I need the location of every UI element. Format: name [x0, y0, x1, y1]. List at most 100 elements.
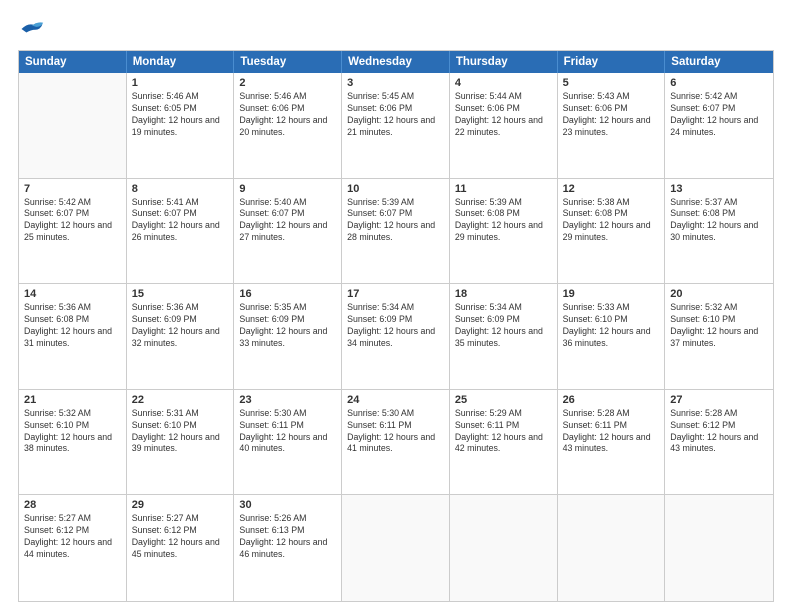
cell-info: Sunrise: 5:30 AMSunset: 6:11 PMDaylight:…: [239, 408, 336, 456]
cell-day-number: 28: [24, 499, 121, 511]
cell-day-number: 29: [132, 499, 229, 511]
header-day-monday: Monday: [127, 51, 235, 73]
calendar-cell: 20 Sunrise: 5:32 AMSunset: 6:10 PMDayligh…: [665, 284, 773, 389]
cell-day-number: 8: [132, 183, 229, 195]
cell-info: Sunrise: 5:40 AMSunset: 6:07 PMDaylight:…: [239, 197, 336, 245]
calendar-cell: 9 Sunrise: 5:40 AMSunset: 6:07 PMDaylight…: [234, 179, 342, 284]
cell-info: Sunrise: 5:33 AMSunset: 6:10 PMDaylight:…: [563, 302, 660, 350]
cell-info: Sunrise: 5:34 AMSunset: 6:09 PMDaylight:…: [455, 302, 552, 350]
cell-day-number: 19: [563, 288, 660, 300]
calendar-cell: 25 Sunrise: 5:29 AMSunset: 6:11 PMDayligh…: [450, 390, 558, 495]
calendar-cell: [342, 495, 450, 601]
cell-day-number: 1: [132, 77, 229, 89]
cell-info: Sunrise: 5:32 AMSunset: 6:10 PMDaylight:…: [24, 408, 121, 456]
calendar-cell: 5Sunrise: 5:43 AMSunset: 6:06 PMDaylight…: [558, 73, 666, 178]
calendar-cell: 29 Sunrise: 5:27 AMSunset: 6:12 PMDayligh…: [127, 495, 235, 601]
cell-info: Sunrise: 5:46 AMSunset: 6:05 PMDaylight:…: [132, 91, 229, 139]
cell-day-number: 9: [239, 183, 336, 195]
calendar-header: SundayMondayTuesdayWednesdayThursdayFrid…: [19, 51, 773, 73]
cell-info: Sunrise: 5:45 AMSunset: 6:06 PMDaylight:…: [347, 91, 444, 139]
cell-day-number: 3: [347, 77, 444, 89]
cell-day-number: 21: [24, 394, 121, 406]
cell-day-number: 4: [455, 77, 552, 89]
calendar-cell: 18 Sunrise: 5:34 AMSunset: 6:09 PMDayligh…: [450, 284, 558, 389]
calendar-cell: 4 Sunrise: 5:44 AMSunset: 6:06 PMDaylight…: [450, 73, 558, 178]
cell-day-number: 13: [670, 183, 768, 195]
logo-container: [18, 18, 50, 40]
calendar-cell: [450, 495, 558, 601]
cell-info: Sunrise: 5:39 AMSunset: 6:07 PMDaylight:…: [347, 197, 444, 245]
calendar-cell: 6Sunrise: 5:42 AMSunset: 6:07 PMDaylight…: [665, 73, 773, 178]
cell-info: Sunrise: 5:34 AMSunset: 6:09 PMDaylight:…: [347, 302, 444, 350]
page: SundayMondayTuesdayWednesdayThursdayFrid…: [0, 0, 792, 612]
cell-day-number: 20: [670, 288, 768, 300]
header-day-sunday: Sunday: [19, 51, 127, 73]
cell-day-number: 22: [132, 394, 229, 406]
cell-info: Sunrise: 5:36 AMSunset: 6:09 PMDaylight:…: [132, 302, 229, 350]
calendar-cell: 17Sunrise: 5:34 AMSunset: 6:09 PMDayligh…: [342, 284, 450, 389]
cell-day-number: 30: [239, 499, 336, 511]
cell-info: Sunrise: 5:42 AMSunset: 6:07 PMDaylight:…: [670, 91, 768, 139]
calendar-cell: 8 Sunrise: 5:41 AMSunset: 6:07 PMDaylight…: [127, 179, 235, 284]
header-day-saturday: Saturday: [665, 51, 773, 73]
cell-day-number: 2: [239, 77, 336, 89]
calendar-cell: 1 Sunrise: 5:46 AMSunset: 6:05 PMDaylight…: [127, 73, 235, 178]
cell-day-number: 23: [239, 394, 336, 406]
cell-day-number: 10: [347, 183, 444, 195]
cell-info: Sunrise: 5:41 AMSunset: 6:07 PMDaylight:…: [132, 197, 229, 245]
cell-day-number: 15: [132, 288, 229, 300]
cell-day-number: 26: [563, 394, 660, 406]
cell-day-number: 27: [670, 394, 768, 406]
calendar-cell: 19 Sunrise: 5:33 AMSunset: 6:10 PMDayligh…: [558, 284, 666, 389]
calendar-cell: 30 Sunrise: 5:26 AMSunset: 6:13 PMDayligh…: [234, 495, 342, 601]
cell-info: Sunrise: 5:38 AMSunset: 6:08 PMDaylight:…: [563, 197, 660, 245]
cell-day-number: 16: [239, 288, 336, 300]
calendar: SundayMondayTuesdayWednesdayThursdayFrid…: [18, 50, 774, 602]
calendar-cell: 16 Sunrise: 5:35 AMSunset: 6:09 PMDayligh…: [234, 284, 342, 389]
calendar-cell: 28 Sunrise: 5:27 AMSunset: 6:12 PMDayligh…: [19, 495, 127, 601]
calendar-cell: 10 Sunrise: 5:39 AMSunset: 6:07 PMDayligh…: [342, 179, 450, 284]
calendar-cell: 11 Sunrise: 5:39 AMSunset: 6:08 PMDayligh…: [450, 179, 558, 284]
cell-info: Sunrise: 5:31 AMSunset: 6:10 PMDaylight:…: [132, 408, 229, 456]
calendar-cell: 22 Sunrise: 5:31 AMSunset: 6:10 PMDayligh…: [127, 390, 235, 495]
general-blue-logo: [18, 18, 50, 40]
cell-info: Sunrise: 5:26 AMSunset: 6:13 PMDaylight:…: [239, 513, 336, 561]
cell-day-number: 14: [24, 288, 121, 300]
cell-info: Sunrise: 5:29 AMSunset: 6:11 PMDaylight:…: [455, 408, 552, 456]
cell-info: Sunrise: 5:30 AMSunset: 6:11 PMDaylight:…: [347, 408, 444, 456]
calendar-cell: 23 Sunrise: 5:30 AMSunset: 6:11 PMDayligh…: [234, 390, 342, 495]
cell-day-number: 25: [455, 394, 552, 406]
header-day-wednesday: Wednesday: [342, 51, 450, 73]
cell-info: Sunrise: 5:32 AMSunset: 6:10 PMDaylight:…: [670, 302, 768, 350]
cell-day-number: 7: [24, 183, 121, 195]
header-day-friday: Friday: [558, 51, 666, 73]
cell-day-number: 24: [347, 394, 444, 406]
calendar-cell: [558, 495, 666, 601]
calendar-cell: [665, 495, 773, 601]
calendar-body: 1 Sunrise: 5:46 AMSunset: 6:05 PMDaylight…: [19, 73, 773, 601]
cell-info: Sunrise: 5:44 AMSunset: 6:06 PMDaylight:…: [455, 91, 552, 139]
cell-day-number: 11: [455, 183, 552, 195]
cell-info: Sunrise: 5:27 AMSunset: 6:12 PMDaylight:…: [132, 513, 229, 561]
cell-info: Sunrise: 5:43 AMSunset: 6:06 PMDaylight:…: [563, 91, 660, 139]
calendar-cell: 26 Sunrise: 5:28 AMSunset: 6:11 PMDayligh…: [558, 390, 666, 495]
calendar-cell: 2 Sunrise: 5:46 AMSunset: 6:06 PMDaylight…: [234, 73, 342, 178]
cell-day-number: 18: [455, 288, 552, 300]
week-row-3: 14 Sunrise: 5:36 AMSunset: 6:08 PMDayligh…: [19, 284, 773, 390]
cell-info: Sunrise: 5:36 AMSunset: 6:08 PMDaylight:…: [24, 302, 121, 350]
calendar-cell: [19, 73, 127, 178]
calendar-cell: 21 Sunrise: 5:32 AMSunset: 6:10 PMDayligh…: [19, 390, 127, 495]
cell-info: Sunrise: 5:27 AMSunset: 6:12 PMDaylight:…: [24, 513, 121, 561]
cell-info: Sunrise: 5:37 AMSunset: 6:08 PMDaylight:…: [670, 197, 768, 245]
cell-info: Sunrise: 5:28 AMSunset: 6:11 PMDaylight:…: [563, 408, 660, 456]
cell-info: Sunrise: 5:39 AMSunset: 6:08 PMDaylight:…: [455, 197, 552, 245]
cell-info: Sunrise: 5:35 AMSunset: 6:09 PMDaylight:…: [239, 302, 336, 350]
cell-info: Sunrise: 5:46 AMSunset: 6:06 PMDaylight:…: [239, 91, 336, 139]
calendar-cell: 13 Sunrise: 5:37 AMSunset: 6:08 PMDayligh…: [665, 179, 773, 284]
header: [18, 18, 774, 40]
cell-day-number: 12: [563, 183, 660, 195]
calendar-cell: 15 Sunrise: 5:36 AMSunset: 6:09 PMDayligh…: [127, 284, 235, 389]
cell-info: Sunrise: 5:42 AMSunset: 6:07 PMDaylight:…: [24, 197, 121, 245]
week-row-5: 28 Sunrise: 5:27 AMSunset: 6:12 PMDayligh…: [19, 495, 773, 601]
calendar-cell: 27Sunrise: 5:28 AMSunset: 6:12 PMDayligh…: [665, 390, 773, 495]
